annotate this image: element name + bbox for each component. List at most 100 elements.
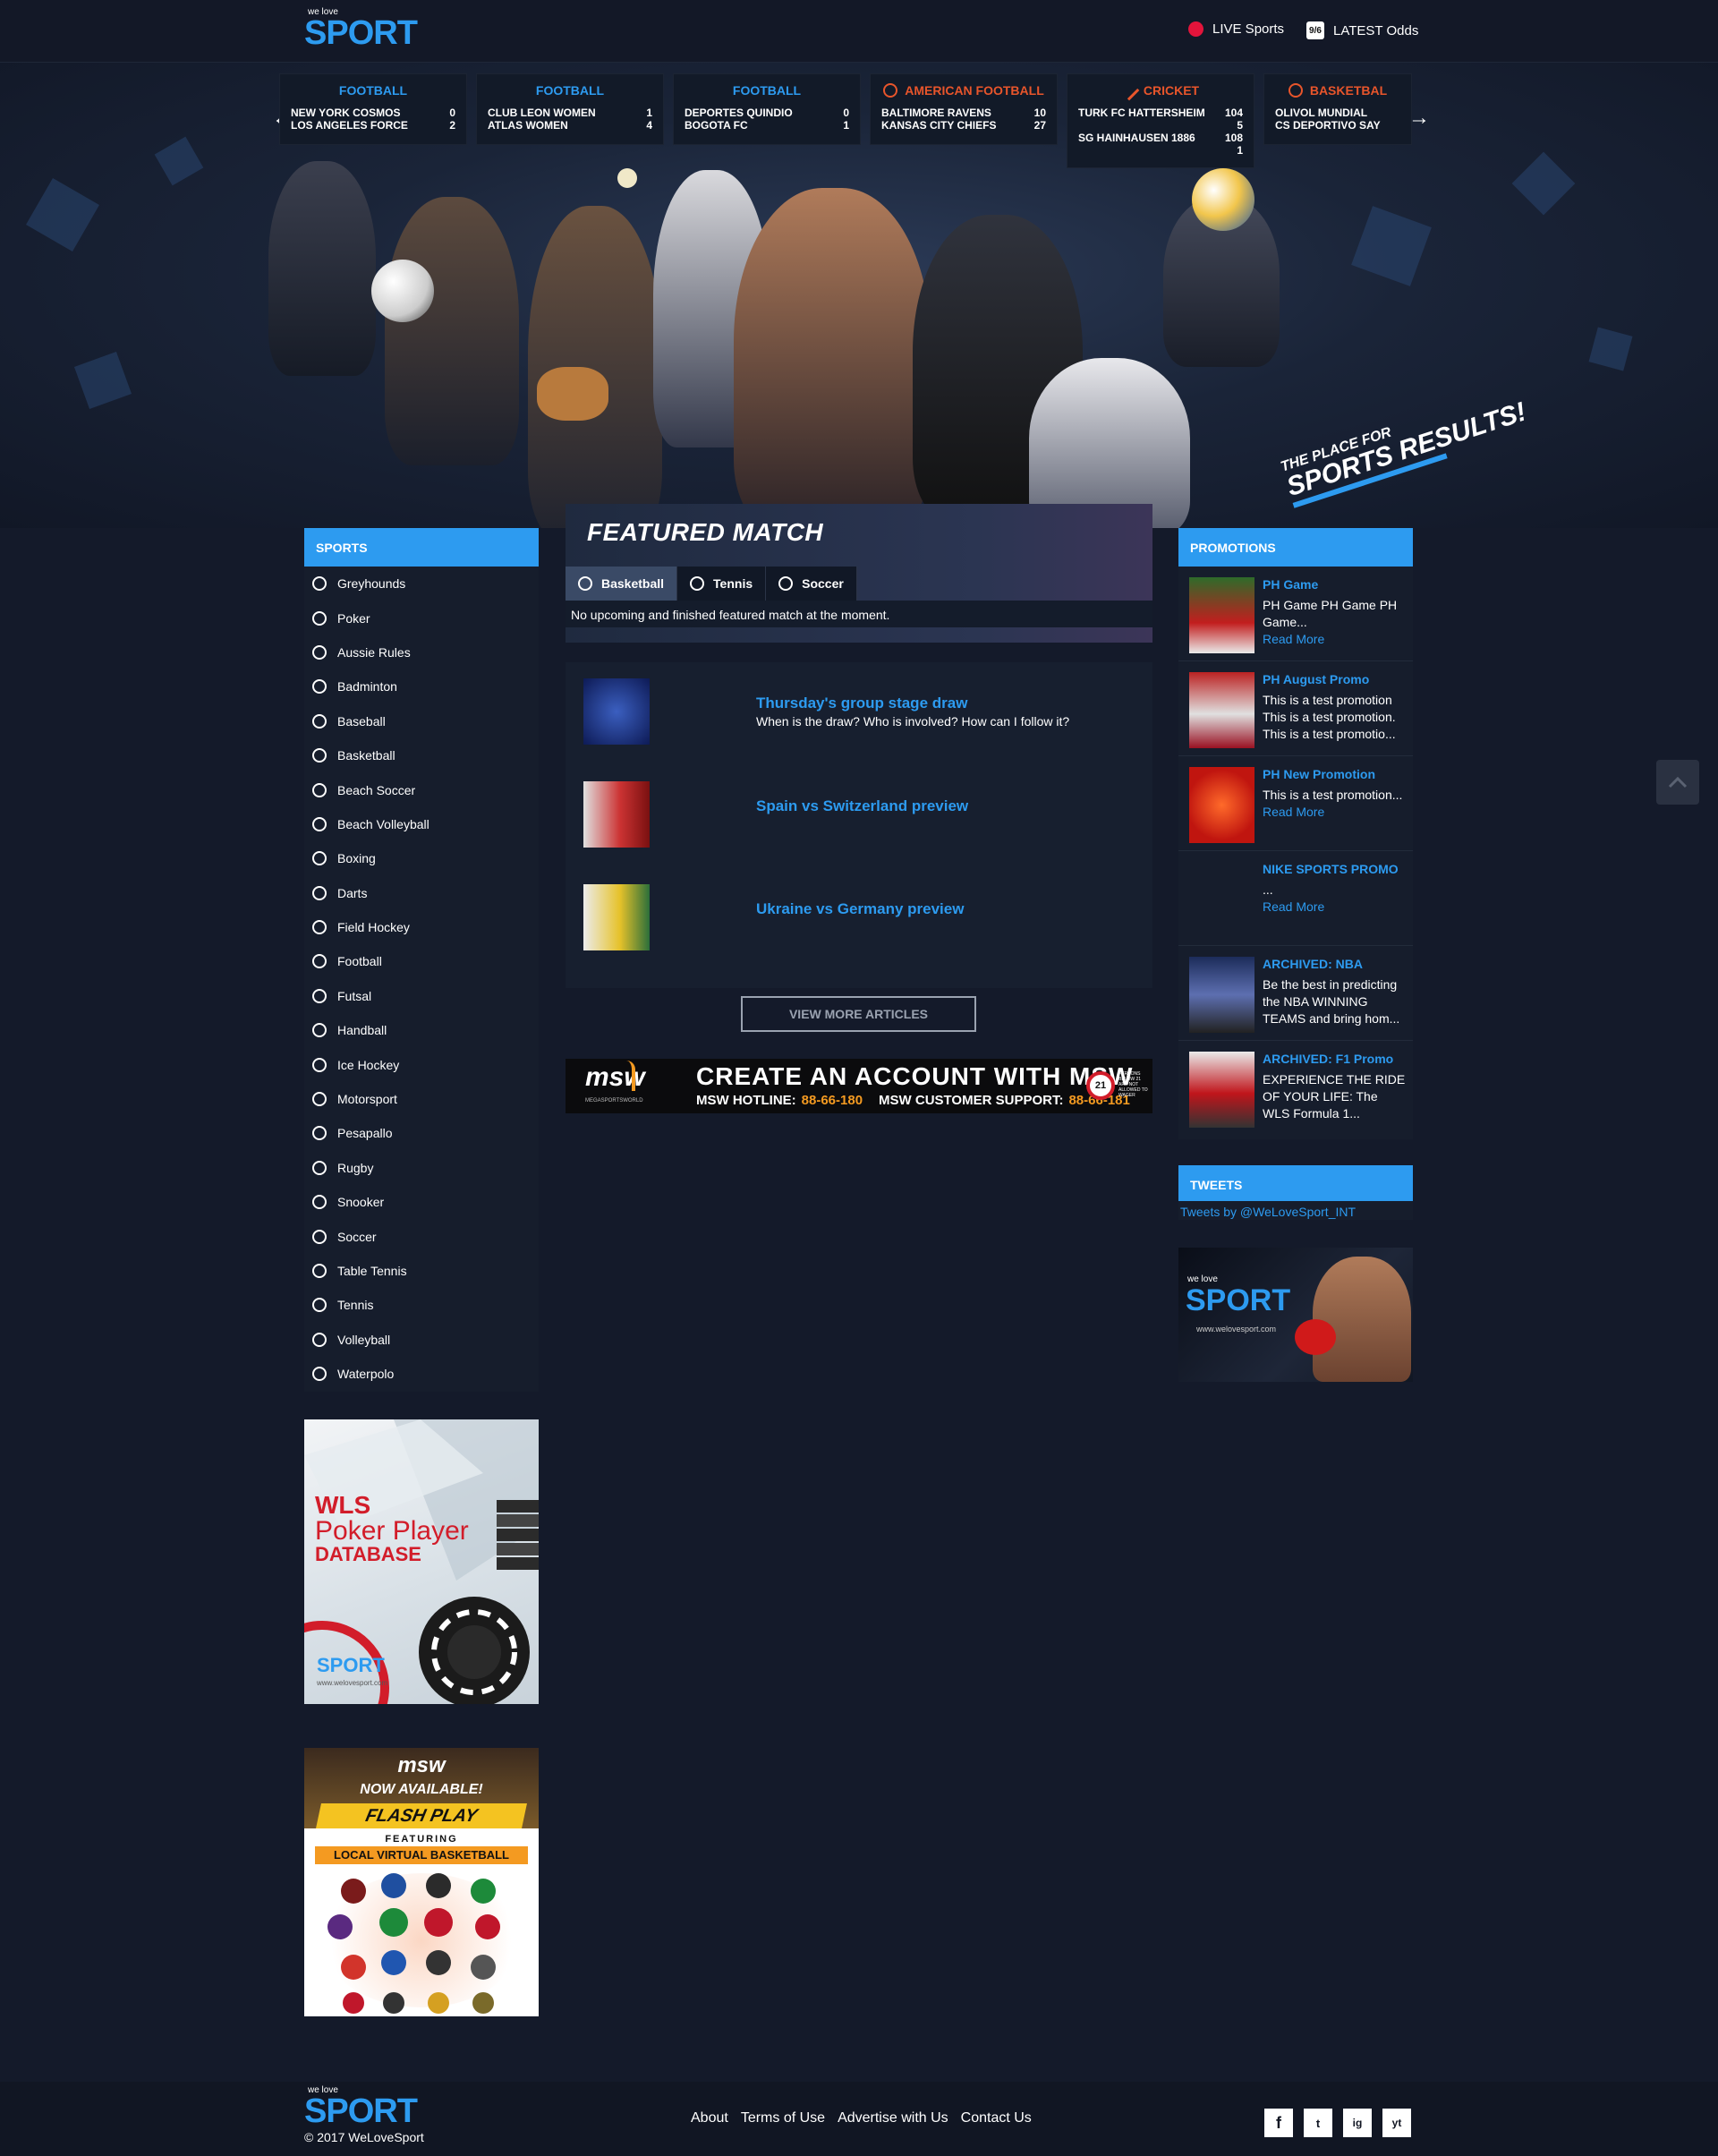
score-card[interactable]: FOOTBALL CLUB LEON WOMEN 1 ATLAS WOMEN 4 <box>476 73 664 145</box>
boxer-promo-ad[interactable]: we love SPORT www.welovesport.com <box>1178 1248 1413 1382</box>
tweets-link[interactable]: Tweets by @WeLoveSport_INT <box>1178 1201 1413 1223</box>
poker-database-ad[interactable]: WLS Poker Player DATABASE SPORT www.welo… <box>304 1419 539 1704</box>
promo-item[interactable]: PH August Promo This is a test promotion… <box>1178 661 1413 756</box>
read-more-link[interactable]: Read More <box>1263 899 1324 914</box>
promo-title[interactable]: PH New Promotion <box>1263 767 1375 781</box>
sidebar-item-darts[interactable]: Darts <box>304 876 539 910</box>
sports-heading: SPORTS <box>304 528 539 567</box>
promo-thumbnail[interactable] <box>1189 767 1254 843</box>
sidebar-item-poker[interactable]: Poker <box>304 601 539 635</box>
scroll-to-top-button[interactable] <box>1656 760 1699 805</box>
sidebar-item-tennis[interactable]: Tennis <box>304 1288 539 1322</box>
promo-title[interactable]: PH Game <box>1263 577 1318 592</box>
sidebar-item-beach-volleyball[interactable]: Beach Volleyball <box>304 807 539 841</box>
boxing-icon <box>312 851 327 866</box>
soccer-ball-icon <box>778 576 794 591</box>
score-card[interactable]: FOOTBALL DEPORTES QUINDIO 0 BOGOTA FC 1 <box>673 73 861 145</box>
footer-link-advertise[interactable]: Advertise with Us <box>838 2110 948 2126</box>
score-card-sport: FOOTBALL <box>291 83 455 98</box>
sidebar-item-waterpolo[interactable]: Waterpolo <box>304 1357 539 1391</box>
footer-links: About Terms of Use Advertise with Us Con… <box>691 2110 1032 2126</box>
sidebar-item-baseball[interactable]: Baseball <box>304 704 539 738</box>
read-more-link[interactable]: Read More <box>1263 805 1324 819</box>
darts-icon <box>312 885 327 900</box>
tweets-sidebar: TWEETS Tweets by @WeLoveSport_INT <box>1178 1165 1413 1220</box>
sidebar-item-greyhounds[interactable]: Greyhounds <box>304 567 539 601</box>
sidebar-item-football[interactable]: Football <box>304 944 539 978</box>
msw-account-banner[interactable]: msw MEGASPORTSWORLD CREATE AN ACCOUNT WI… <box>566 1059 1152 1113</box>
promo-item[interactable]: ARCHIVED: F1 Promo EXPERIENCE THE RIDE O… <box>1178 1041 1413 1136</box>
sidebar-item-futsal[interactable]: Futsal <box>304 979 539 1013</box>
flash-play-ad[interactable]: msw NOW AVAILABLE! FLASH PLAY FEATURING … <box>304 1748 539 2016</box>
latest-odds-label: LATEST Odds <box>1333 22 1419 38</box>
twitter-icon[interactable]: t <box>1304 2109 1332 2137</box>
article-thumbnail[interactable] <box>583 678 650 745</box>
instagram-icon[interactable]: ig <box>1343 2109 1372 2137</box>
footer-link-contact[interactable]: Contact Us <box>961 2110 1032 2126</box>
featured-match-message: No upcoming and finished featured match … <box>566 601 1152 627</box>
promo-title[interactable]: ARCHIVED: NBA <box>1263 957 1363 971</box>
footer-logo[interactable]: we love SPORT <box>304 2082 438 2130</box>
sports-sidebar: SPORTS Greyhounds Poker Aussie Rules Badmin… <box>304 528 539 1392</box>
promo-thumbnail[interactable] <box>1189 672 1254 748</box>
sidebar-item-motorsport[interactable]: Motorsport <box>304 1082 539 1116</box>
article-item[interactable]: Thursday's group stage draw When is the … <box>583 678 1138 750</box>
score-row: ATLAS WOMEN 4 <box>488 119 652 132</box>
promo-thumbnail[interactable] <box>1189 957 1254 1033</box>
waterpolo-icon <box>312 1367 327 1382</box>
sidebar-item-snooker[interactable]: Snooker <box>304 1185 539 1219</box>
sidebar-item-label: Tennis <box>337 1298 374 1313</box>
score-card[interactable]: BASKETBAL OLIVOL MUNDIAL CS DEPORTIVO SA… <box>1263 73 1412 145</box>
article-thumbnail[interactable] <box>583 781 650 848</box>
promo-title[interactable]: ARCHIVED: F1 Promo <box>1263 1052 1393 1066</box>
tab-basketball[interactable]: Basketball <box>566 567 678 601</box>
promo-text: PH Game PH Game PH Game... <box>1263 598 1398 629</box>
sidebar-item-rugby[interactable]: Rugby <box>304 1151 539 1185</box>
sidebar-item-pesapallo[interactable]: Pesapallo <box>304 1116 539 1150</box>
score-card[interactable]: AMERICAN FOOTBALL BALTIMORE RAVENS 10 KAN… <box>870 73 1058 145</box>
score-card[interactable]: FOOTBALL NEW YORK COSMOS 0 LOS ANGELES FO… <box>279 73 467 145</box>
tab-tennis[interactable]: Tennis <box>677 567 767 601</box>
sidebar-item-aussie-rules[interactable]: Aussie Rules <box>304 635 539 669</box>
greyhounds-icon <box>312 576 327 592</box>
sidebar-item-table-tennis[interactable]: Table Tennis <box>304 1254 539 1288</box>
promo-thumbnail[interactable] <box>1189 577 1254 653</box>
sidebar-item-basketball[interactable]: Basketball <box>304 738 539 772</box>
promo-title[interactable]: NIKE SPORTS PROMO <box>1263 862 1399 876</box>
site-logo[interactable]: we love SPORT <box>304 4 438 57</box>
athlete-figure <box>1029 358 1190 528</box>
promo-item[interactable]: ARCHIVED: NBA Be the best in predicting … <box>1178 946 1413 1041</box>
read-more-link[interactable]: Read More <box>1263 632 1324 646</box>
article-title[interactable]: Thursday's group stage draw <box>756 695 967 712</box>
article-title[interactable]: Spain vs Switzerland preview <box>756 797 968 815</box>
youtube-icon[interactable]: yt <box>1382 2109 1411 2137</box>
sidebar-item-handball[interactable]: Handball <box>304 1013 539 1047</box>
article-item[interactable]: Spain vs Switzerland preview <box>583 781 1138 853</box>
footer-link-terms[interactable]: Terms of Use <box>741 2110 825 2126</box>
sidebar-item-ice-hockey[interactable]: Ice Hockey <box>304 1047 539 1081</box>
sidebar-item-field-hockey[interactable]: Field Hockey <box>304 910 539 944</box>
promo-item[interactable]: PH Game PH Game PH Game PH Game... Read M… <box>1178 567 1413 661</box>
article-item[interactable]: Ukraine vs Germany preview <box>583 884 1138 956</box>
view-more-articles-button[interactable]: VIEW MORE ARTICLES <box>741 996 976 1032</box>
tab-soccer[interactable]: Soccer <box>766 567 857 601</box>
sidebar-item-badminton[interactable]: Badminton <box>304 669 539 703</box>
hero-shard <box>1588 327 1633 371</box>
promo-thumbnail[interactable] <box>1189 1052 1254 1128</box>
promo-item[interactable]: PH New Promotion This is a test promotio… <box>1178 756 1413 851</box>
sidebar-item-boxing[interactable]: Boxing <box>304 841 539 875</box>
hotline-label: MSW HOTLINE: <box>696 1093 796 1108</box>
promo-item[interactable]: NIKE SPORTS PROMO ... Read More <box>1178 851 1413 946</box>
sidebar-item-soccer[interactable]: Soccer <box>304 1219 539 1253</box>
live-sports-link[interactable]: LIVE Sports <box>1188 21 1284 37</box>
footer-link-about[interactable]: About <box>691 2110 728 2126</box>
article-thumbnail[interactable] <box>583 884 650 950</box>
sidebar-item-beach-soccer[interactable]: Beach Soccer <box>304 772 539 806</box>
promo-title[interactable]: PH August Promo <box>1263 672 1369 686</box>
score-card[interactable]: CRICKET TURK FC HATTERSHEIM 104 5 SG HAIN… <box>1067 73 1254 168</box>
article-title[interactable]: Ukraine vs Germany preview <box>756 900 964 918</box>
sidebar-item-volleyball[interactable]: Volleyball <box>304 1323 539 1357</box>
latest-odds-link[interactable]: 9/6 LATEST Odds <box>1306 21 1418 39</box>
ticker-next-button[interactable]: → <box>1408 106 1430 131</box>
facebook-icon[interactable]: f <box>1264 2109 1293 2137</box>
